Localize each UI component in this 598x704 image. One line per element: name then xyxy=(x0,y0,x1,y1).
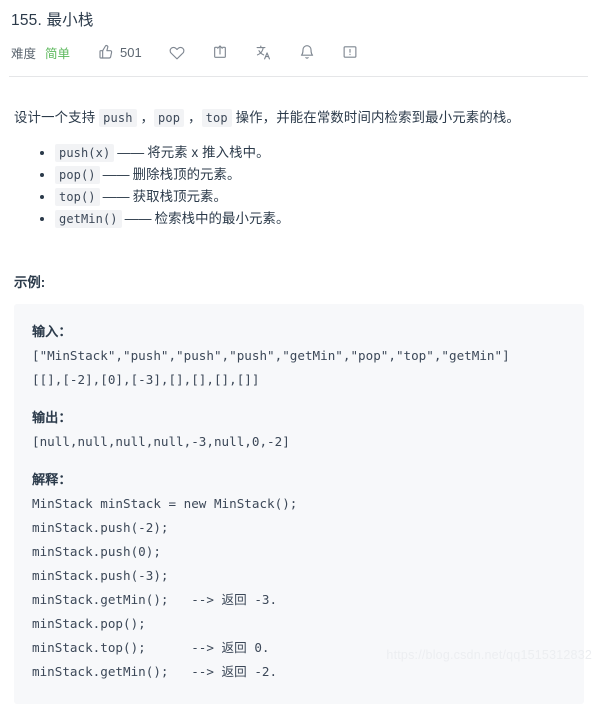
desc-sep-1: ， xyxy=(136,110,155,126)
output-value: [null,null,null,null,-3,null,0,-2] xyxy=(32,433,290,449)
translate-button[interactable] xyxy=(255,44,272,61)
desc-part-1: 设计一个支持 xyxy=(14,110,100,126)
example-heading: 示例: xyxy=(14,274,46,290)
list-item: getMin() —— 检索栈中的最小元素。 xyxy=(40,209,584,229)
output-label: 输出： xyxy=(32,409,72,425)
operations-list: push(x) —— 将元素 x 推入栈中。 pop() —— 删除栈顶的元素。 top… xyxy=(14,143,584,229)
explanation-value: MinStack minStack = new MinStack(); minS… xyxy=(32,495,298,679)
op-text: 将元素 x 推入栈中。 xyxy=(147,144,270,160)
op-text: 删除栈顶的元素。 xyxy=(132,166,241,182)
share-button[interactable] xyxy=(212,44,228,60)
desc-part-2: 操作，并能在常数时间内检索到最小元素的栈。 xyxy=(231,110,520,126)
op-code: pop() xyxy=(55,165,100,184)
difficulty-label: 难度 xyxy=(11,46,37,61)
op-code: getMin() xyxy=(55,209,122,228)
notification-button[interactable] xyxy=(299,44,315,60)
op-dash: —— xyxy=(102,188,130,204)
bell-icon xyxy=(299,44,315,60)
code-top: top xyxy=(201,109,232,128)
favorite-button[interactable] xyxy=(169,44,185,60)
op-code: top() xyxy=(55,187,100,206)
op-dash: —— xyxy=(124,210,152,226)
list-item: pop() —— 删除栈顶的元素。 xyxy=(40,165,584,185)
input-value: ["MinStack","push","push","push","getMin… xyxy=(32,347,510,387)
problem-header: 155. 最小栈 难度 简单 501 xyxy=(0,0,598,77)
op-text: 检索栈中的最小元素。 xyxy=(154,210,290,226)
op-dash: —— xyxy=(117,144,145,160)
desc-sep-2: ， xyxy=(184,110,202,126)
code-pop: pop xyxy=(154,109,185,128)
meta-row: 难度 简单 501 xyxy=(0,31,598,64)
like-button[interactable]: 501 xyxy=(98,44,142,60)
op-code: push(x) xyxy=(55,143,115,162)
report-button[interactable] xyxy=(342,44,358,60)
code-push: push xyxy=(99,109,137,128)
header-divider xyxy=(9,76,588,77)
problem-description: 设计一个支持 push ， pop ， top 操作，并能在常数时间内检索到最小元素… xyxy=(14,90,584,129)
op-text: 获取栈顶元素。 xyxy=(132,188,228,204)
translate-icon xyxy=(255,44,272,61)
difficulty-value: 简单 xyxy=(45,46,71,61)
heart-icon xyxy=(169,44,185,60)
problem-content: 设计一个支持 push ， pop ， top 操作，并能在常数时间内检索到最小元素… xyxy=(0,90,598,704)
op-dash: —— xyxy=(102,166,130,182)
list-item: push(x) —— 将元素 x 推入栈中。 xyxy=(40,143,584,163)
list-item: top() —— 获取栈顶元素。 xyxy=(40,187,584,207)
input-label: 输入： xyxy=(32,323,72,339)
thumbs-up-icon xyxy=(98,44,114,60)
vote-count: 501 xyxy=(120,44,142,60)
explanation-label: 解释： xyxy=(32,471,72,487)
page-title: 155. 最小栈 xyxy=(11,12,94,29)
share-icon xyxy=(212,44,228,60)
report-icon xyxy=(342,44,358,60)
example-box: 输入： ["MinStack","push","push","push","ge… xyxy=(14,303,584,704)
